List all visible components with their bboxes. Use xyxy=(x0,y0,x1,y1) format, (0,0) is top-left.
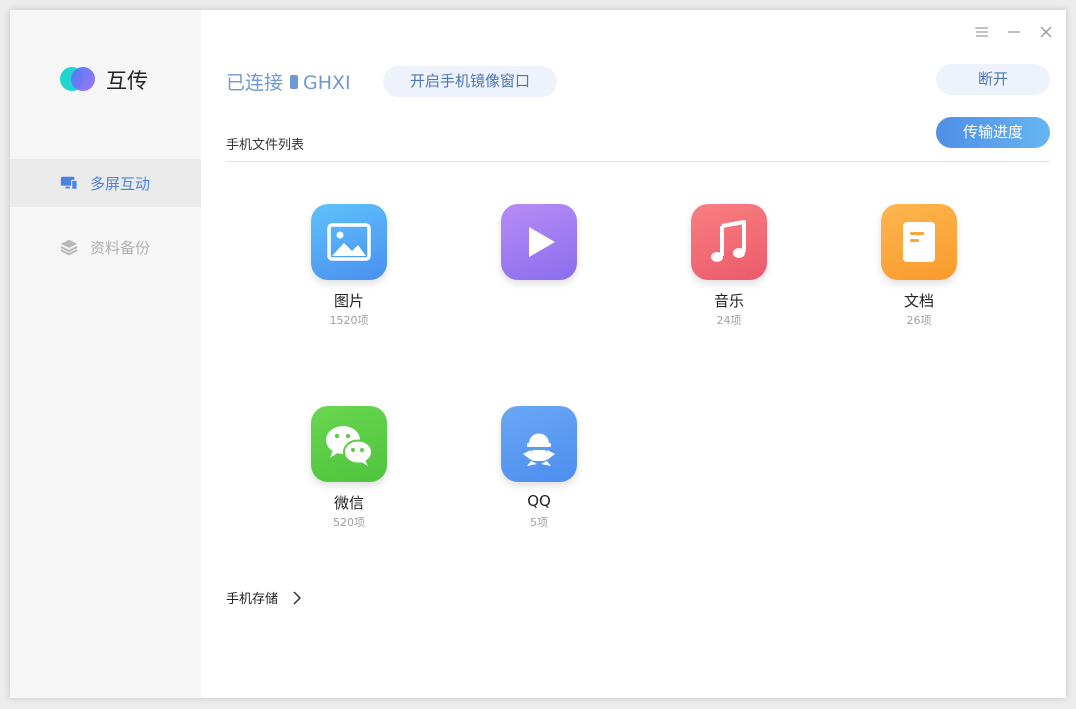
category-name: 音乐 xyxy=(713,292,744,310)
category-count: 520项 xyxy=(333,516,365,529)
sidebar-item-label: 多屏互动 xyxy=(90,175,151,193)
sidebar-item-multi-screen[interactable]: 多屏互动 xyxy=(10,159,201,207)
close-icon[interactable] xyxy=(1038,24,1054,40)
app-name: 互传 xyxy=(106,69,148,93)
document-icon xyxy=(881,204,957,280)
category-count: 24项 xyxy=(716,314,742,327)
file-category-wechat[interactable]: 微信 520项 xyxy=(271,406,431,546)
category-name: QQ xyxy=(527,492,551,510)
main-content: 已连接 GHXI 开启手机镜像窗口 断开 传输进度 手机文件列表 图片 1520项 xyxy=(201,10,1066,698)
phone-storage-link[interactable]: 手机存储 xyxy=(226,588,346,608)
layers-icon xyxy=(60,239,78,256)
mirror-window-button[interactable]: 开启手机镜像窗口 xyxy=(383,66,557,97)
divider xyxy=(226,161,1050,162)
connection-status: 已连接 GHXI xyxy=(226,68,351,95)
multi-screen-icon xyxy=(60,176,78,190)
menu-icon[interactable] xyxy=(974,24,990,40)
category-count: 26项 xyxy=(906,314,932,327)
file-category-qq[interactable]: QQ 5项 xyxy=(461,406,621,546)
wechat-icon xyxy=(311,406,387,482)
file-category-images[interactable]: 图片 1520项 xyxy=(271,204,431,344)
file-category-documents[interactable]: 文档 26项 xyxy=(841,204,1001,344)
video-play-icon xyxy=(501,204,577,280)
category-name: 图片 xyxy=(333,292,364,310)
app-window: 互传 多屏互动 资料备份 已连接 GHXI 开启手机镜像窗口 断开 传输进度 手… xyxy=(10,10,1066,698)
transfer-progress-button[interactable]: 传输进度 xyxy=(936,117,1050,148)
minimize-icon[interactable] xyxy=(1006,24,1022,40)
connection-status-text: 已连接 xyxy=(226,72,284,94)
file-category-music[interactable]: 音乐 24项 xyxy=(651,204,811,344)
chevron-right-icon xyxy=(293,591,302,605)
category-name: 文档 xyxy=(903,292,934,310)
category-count: 5项 xyxy=(530,516,548,529)
qq-icon xyxy=(501,406,577,482)
device-name: GHXI xyxy=(303,72,351,94)
file-category-videos[interactable] xyxy=(461,204,621,344)
logo-icon xyxy=(60,67,96,91)
section-title: 手机文件列表 xyxy=(226,138,305,153)
image-icon xyxy=(311,204,387,280)
app-logo: 互传 xyxy=(60,67,180,93)
phone-icon xyxy=(290,75,299,89)
category-count: 1520项 xyxy=(329,314,369,327)
category-name: 微信 xyxy=(333,494,364,512)
disconnect-button[interactable]: 断开 xyxy=(936,64,1050,95)
music-note-icon xyxy=(691,204,767,280)
sidebar: 互传 多屏互动 资料备份 xyxy=(10,10,201,698)
sidebar-item-label: 资料备份 xyxy=(90,239,151,257)
phone-storage-label: 手机存储 xyxy=(226,592,279,607)
sidebar-item-backup[interactable]: 资料备份 xyxy=(10,223,201,271)
